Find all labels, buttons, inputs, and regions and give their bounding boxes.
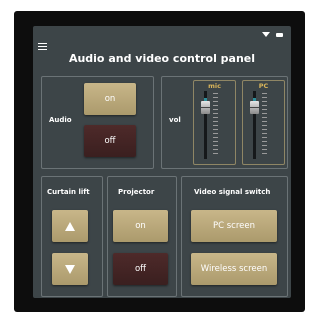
audio-off-button[interactable]: off (84, 125, 136, 157)
page-title: Audio and video control panel (68, 52, 256, 65)
projector-off-button[interactable]: off (113, 253, 168, 285)
mic-fader-knob[interactable] (201, 101, 210, 114)
mic-fader: mic (193, 80, 236, 165)
pc-fader-label: PC (258, 82, 269, 90)
arrow-down-icon (65, 264, 75, 274)
projector-panel: Projector on off (107, 176, 177, 297)
audio-on-button[interactable]: on (84, 83, 136, 115)
mic-fader-scale (213, 93, 218, 157)
arrow-up-icon (65, 221, 75, 231)
wireless-screen-button[interactable]: Wireless screen (191, 253, 277, 285)
audio-label: Audio (49, 116, 72, 124)
pc-screen-button[interactable]: PC screen (191, 210, 277, 242)
control-panel-screen: Audio and video control panel Audio on o… (33, 26, 291, 298)
curtain-down-button[interactable] (52, 253, 88, 285)
audio-panel: Audio on off (41, 76, 154, 169)
volume-panel: vol mic PC (161, 76, 288, 169)
curtain-panel: Curtain lift (41, 176, 103, 297)
mic-fader-label: mic (208, 82, 221, 90)
projector-on-button[interactable]: on (113, 210, 168, 242)
video-switch-label: Video signal switch (194, 188, 271, 196)
wifi-icon (262, 32, 270, 37)
volume-label: vol (169, 116, 181, 124)
pc-fader-scale (262, 93, 267, 157)
video-switch-panel: Video signal switch PC screen Wireless s… (181, 176, 288, 297)
hamburger-icon[interactable] (38, 43, 47, 52)
pc-fader-knob[interactable] (250, 101, 259, 114)
battery-icon (276, 32, 283, 37)
projector-label: Projector (118, 188, 155, 196)
curtain-up-button[interactable] (52, 210, 88, 242)
pc-fader: PC (242, 80, 285, 165)
curtain-label: Curtain lift (47, 188, 90, 196)
status-bar (262, 32, 283, 37)
